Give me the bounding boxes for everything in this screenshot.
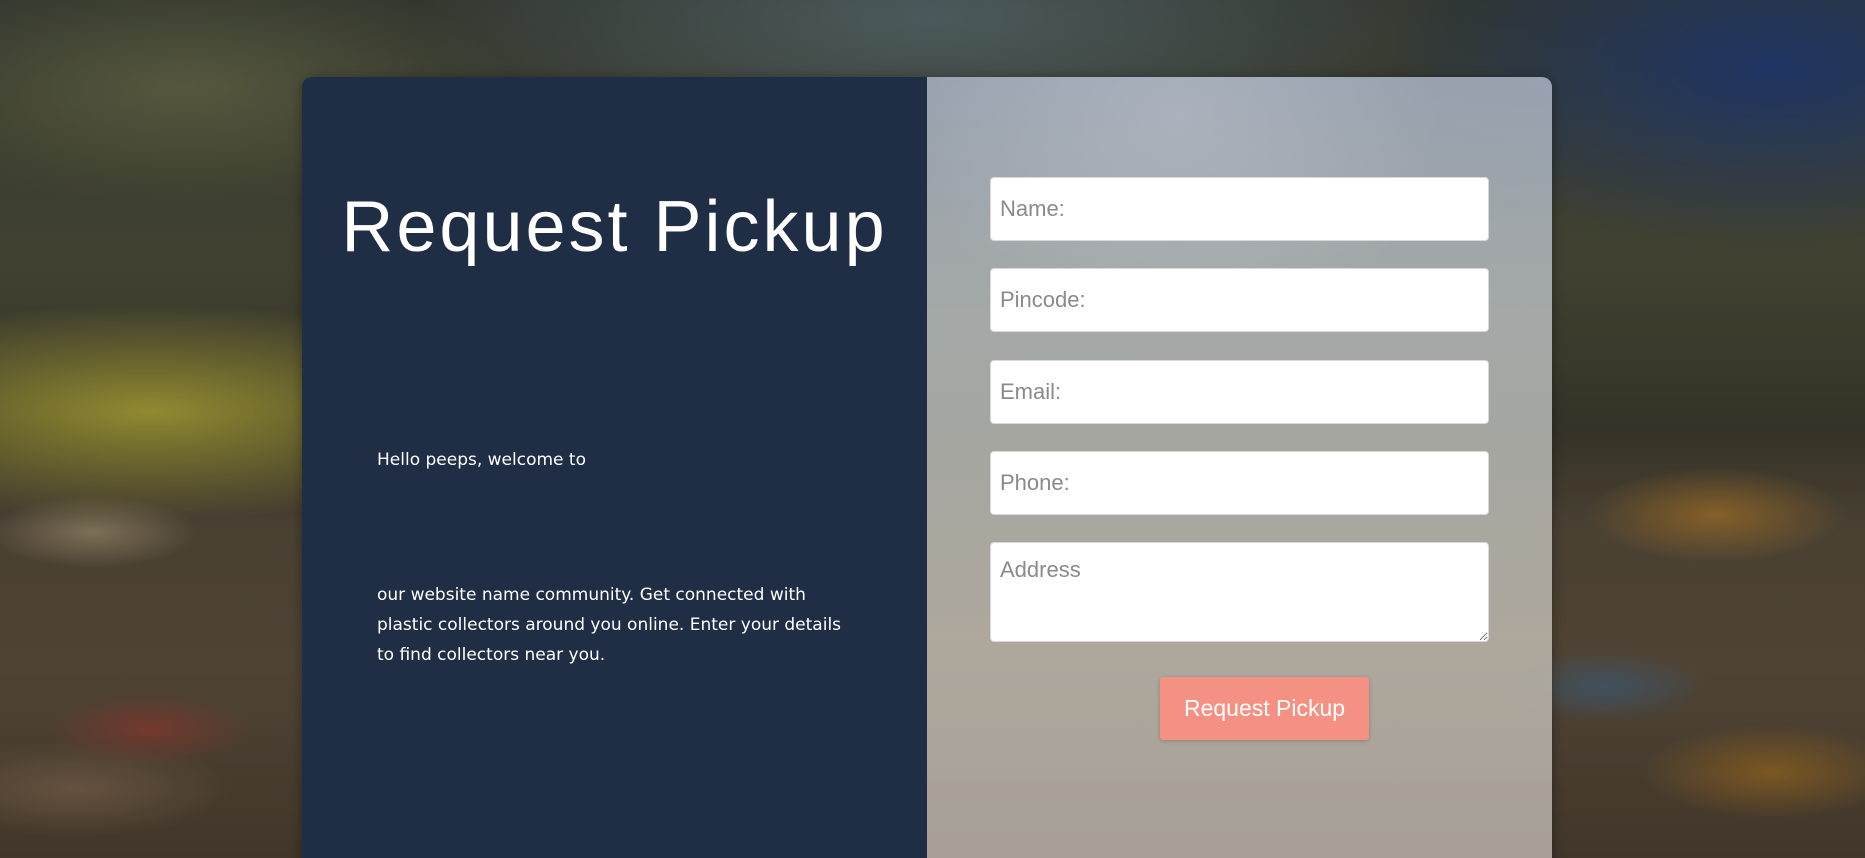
page-title: Request Pickup: [341, 187, 888, 267]
info-panel: Request Pickup Hello peeps, welcome to o…: [302, 77, 927, 858]
form-panel: Request Pickup: [927, 77, 1552, 858]
request-pickup-button[interactable]: Request Pickup: [1160, 677, 1369, 740]
address-textarea[interactable]: [990, 542, 1489, 642]
description-text: our website name community. Get connecte…: [377, 585, 842, 665]
welcome-text: Hello peeps, welcome to: [377, 450, 586, 470]
request-pickup-card: Request Pickup Hello peeps, welcome to o…: [302, 77, 1552, 858]
email-input[interactable]: [990, 360, 1489, 424]
pincode-input[interactable]: [990, 268, 1489, 332]
phone-input[interactable]: [990, 451, 1489, 515]
name-input[interactable]: [990, 177, 1489, 241]
